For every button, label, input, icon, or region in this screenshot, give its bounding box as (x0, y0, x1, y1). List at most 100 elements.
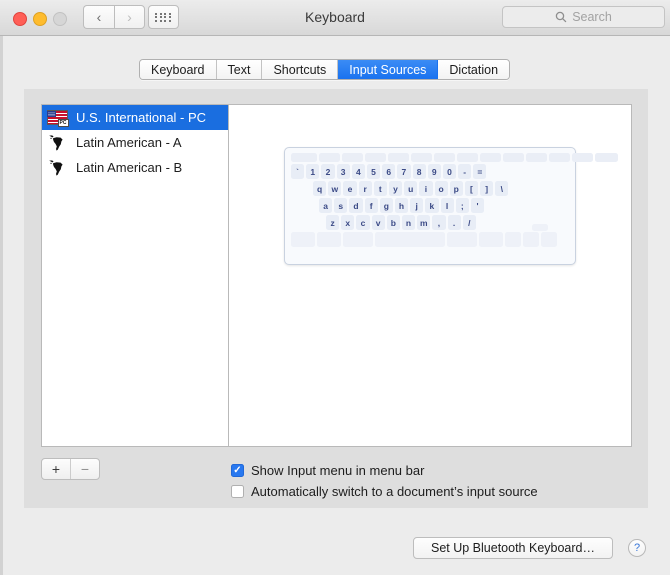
input-source-row[interactable]: Latin American - A (42, 130, 228, 155)
keyboard-key: g (379, 198, 393, 213)
keyboard-key (549, 153, 570, 162)
keyboard-key: z (326, 215, 340, 230)
keyboard-key: 6 (382, 164, 396, 179)
keyboard-key: 3 (336, 164, 350, 179)
keyboard-key: e (343, 181, 357, 196)
list-add-remove-control: + − (41, 458, 100, 480)
keyboard-key (595, 153, 618, 162)
keyboard-key: u (404, 181, 418, 196)
keyboard-key (457, 153, 478, 162)
key-spacer (291, 215, 324, 230)
auto-switch-checkbox[interactable] (231, 485, 244, 498)
keyboard-row-modifier-row (291, 224, 569, 247)
keyboard-key: , (432, 215, 446, 230)
keyboard-key: ; (455, 198, 469, 213)
checkmark-icon: ✓ (233, 464, 242, 476)
show-input-menu-label: Show Input menu in menu bar (251, 463, 425, 478)
search-input[interactable]: Search (502, 6, 665, 28)
keyboard-key: 2 (321, 164, 335, 179)
keyboard-key: h (394, 198, 409, 213)
keyboard-key: k (425, 198, 439, 213)
keyboard-row-bottom-letter-row: z x c v b n m,. / (291, 215, 569, 230)
us-flag-pc-icon: PC (46, 110, 69, 127)
remove-input-source-button[interactable]: − (70, 459, 99, 479)
latin-america-icon (46, 134, 68, 151)
keyboard-key: x (341, 215, 355, 230)
keyboard-key: 1 (306, 164, 320, 179)
keyboard-key: 5 (366, 164, 381, 179)
key-spacer (291, 198, 317, 213)
keyboard-row-number-row: ` 1 2 3 4 5 6 7 8 9 0- = (291, 164, 569, 179)
tab-text[interactable]: Text (216, 60, 263, 79)
keyboard-key (480, 153, 501, 162)
input-source-row[interactable]: Latin American - B (42, 155, 228, 180)
keyboard-key (523, 232, 539, 247)
show-input-menu-checkbox[interactable]: ✓ (231, 464, 244, 477)
tab-dictation[interactable]: Dictation (438, 60, 510, 79)
auto-switch-checkbox-row[interactable]: Automatically switch to a document’s inp… (231, 484, 538, 499)
keyboard-key: o (434, 181, 448, 196)
keyboard-key: / (462, 215, 476, 230)
set-up-bluetooth-keyboard-button[interactable]: Set Up Bluetooth Keyboard… (413, 537, 613, 559)
keyboard-key: . (447, 215, 461, 230)
help-button[interactable]: ? (628, 539, 646, 557)
input-sources-list[interactable]: PC U.S. International - PC Latin American … (41, 104, 229, 447)
tab-shortcuts[interactable]: Shortcuts (262, 60, 339, 79)
keyboard-key: y (388, 181, 403, 196)
add-input-source-button[interactable]: + (42, 459, 70, 479)
keyboard-row-home-letter-row: a s d f g h j k l; ' (291, 198, 569, 213)
keyboard-key: ' (470, 198, 485, 213)
keyboard-key: ] (480, 181, 494, 196)
keyboard-key: v (371, 215, 385, 230)
keyboard-key (365, 153, 386, 162)
keyboard-key: 0 (442, 164, 457, 179)
keyboard-key: \ (495, 181, 509, 196)
tab-input-sources[interactable]: Input Sources (338, 60, 439, 79)
keyboard-key: 4 (351, 164, 365, 179)
latin-america-icon (49, 134, 63, 151)
keyboard-key (375, 232, 445, 247)
latin-america-icon (46, 159, 68, 176)
keyboard-key: d (349, 198, 363, 213)
keyboard-key: ` (291, 164, 305, 179)
keyboard-key: q (313, 181, 327, 196)
window-left-edge (0, 36, 3, 575)
keyboard-key: b (386, 215, 400, 230)
keyboard-key: r (358, 181, 372, 196)
input-source-label: Latin American - B (76, 160, 183, 175)
keyboard-row-function-row (291, 153, 618, 162)
us-flag-pc-icon: PC (46, 109, 69, 127)
keyboard-key: s (334, 198, 348, 213)
search-icon (555, 11, 567, 23)
keyboard-key: j (410, 198, 424, 213)
keyboard-row-top-letter-row: q w e r t y u i o p[] \ (291, 181, 569, 196)
keyboard-key (503, 153, 524, 162)
keyboard-preview-panel: ` 1 2 3 4 5 6 7 8 9 0- = q w e r t y u i o p[] \ a s d f g h j k l; ' z x c… (229, 104, 632, 447)
keyboard-key: c (356, 215, 370, 230)
keyboard-key (572, 153, 593, 162)
auto-switch-label: Automatically switch to a document’s inp… (251, 484, 538, 499)
keyboard-key (343, 232, 373, 247)
input-source-row[interactable]: PC U.S. International - PC (42, 105, 228, 130)
keyboard-key: w (328, 181, 342, 196)
arrow-up-key (532, 224, 548, 231)
keyboard-layout-preview: ` 1 2 3 4 5 6 7 8 9 0- = q w e r t y u i o p[] \ a s d f g h j k l; ' z x c… (284, 147, 618, 265)
keyboard-key (541, 232, 557, 247)
keyboard-key: 8 (412, 164, 426, 179)
tab-keyboard[interactable]: Keyboard (140, 60, 217, 79)
search-placeholder: Search (572, 10, 612, 24)
keyboard-key (342, 153, 363, 162)
keyboard-key (388, 153, 409, 162)
keyboard-key (319, 153, 340, 162)
keyboard-key: [ (464, 181, 479, 196)
keyboard-key: p (449, 181, 463, 196)
show-input-menu-checkbox-row[interactable]: ✓ Show Input menu in menu bar (231, 463, 424, 478)
title-bar: ‹ › Keyboard Search (0, 0, 670, 36)
keyboard-key: l (440, 198, 454, 213)
keyboard-key (291, 153, 317, 162)
keyboard-key (317, 232, 341, 247)
keyboard-key: 9 (427, 164, 441, 179)
input-source-label: Latin American - A (76, 135, 182, 150)
keyboard-key (479, 232, 503, 247)
keyboard-preferences-window: ‹ › Keyboard Search Keyboard Text Shortc… (0, 0, 670, 575)
